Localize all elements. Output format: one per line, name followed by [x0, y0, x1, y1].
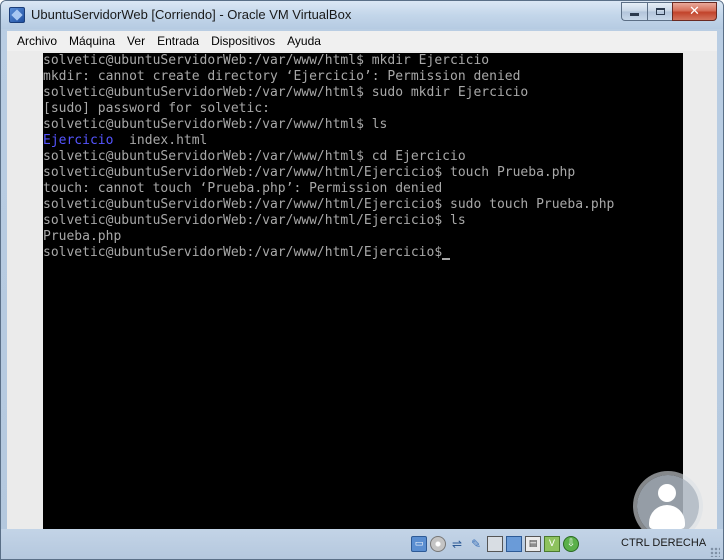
- optical-drive-icon[interactable]: [430, 536, 446, 552]
- watermark-head: [658, 484, 676, 502]
- menu-ayuda[interactable]: Ayuda: [281, 32, 327, 50]
- terminal-line: [sudo] password for solvetic:: [43, 101, 270, 116]
- title-bar[interactable]: UbuntuServidorWeb [Corriendo] - Oracle V…: [1, 1, 723, 29]
- text-cursor: [442, 258, 451, 260]
- window-title: UbuntuServidorWeb [Corriendo] - Oracle V…: [31, 7, 352, 22]
- host-key-label[interactable]: CTRL DERECHA: [621, 537, 706, 549]
- minimize-icon: [630, 13, 639, 16]
- virtualbox-window: UbuntuServidorWeb [Corriendo] - Oracle V…: [0, 0, 724, 560]
- close-icon: ✕: [689, 4, 700, 19]
- menu-dispositivos[interactable]: Dispositivos: [205, 32, 281, 50]
- terminal-line: solvetic@ubuntuServidorWeb:/var/www/html…: [43, 117, 388, 132]
- virtualbox-app-icon[interactable]: [9, 7, 25, 23]
- menu-archivo[interactable]: Archivo: [11, 32, 63, 50]
- usb-icon[interactable]: ⇌: [449, 536, 465, 552]
- terminal-line: solvetic@ubuntuServidorWeb:/var/www/html…: [43, 213, 466, 228]
- terminal-line: solvetic@ubuntuServidorWeb:/var/www/html…: [43, 53, 490, 68]
- terminal-line: mkdir: cannot create directory ‘Ejercici…: [43, 69, 521, 84]
- cpu-virtualization-icon[interactable]: V: [544, 536, 560, 552]
- hard-disk-icon[interactable]: ▭: [411, 536, 427, 552]
- terminal-line: touch: cannot touch ‘Prueba.php’: Permis…: [43, 181, 443, 196]
- window-controls: ✕: [621, 2, 717, 21]
- terminal-line: solvetic@ubuntuServidorWeb:/var/www/html…: [43, 149, 466, 164]
- guest-console[interactable]: solvetic@ubuntuServidorWeb:/var/www/html…: [43, 53, 683, 531]
- video-capture-icon[interactable]: ▤: [525, 536, 541, 552]
- maximize-button[interactable]: [647, 2, 672, 21]
- terminal-ls-output: Ejercicio index.html: [43, 133, 683, 149]
- minimize-button[interactable]: [621, 2, 647, 21]
- display-icon[interactable]: [487, 536, 503, 552]
- shared-folders-icon[interactable]: ✎: [468, 536, 484, 552]
- close-button[interactable]: ✕: [672, 2, 717, 21]
- menu-maquina[interactable]: Máquina: [63, 32, 121, 50]
- watermark-body: [649, 505, 685, 529]
- menu-bar: Archivo Máquina Ver Entrada Dispositivos…: [7, 31, 717, 51]
- menu-entrada[interactable]: Entrada: [151, 32, 205, 50]
- ls-directory-entry: Ejercicio: [43, 133, 114, 148]
- network-icon[interactable]: [506, 536, 522, 552]
- maximize-icon: [655, 8, 665, 15]
- terminal-line: solvetic@ubuntuServidorWeb:/var/www/html…: [43, 165, 576, 180]
- status-bar: ▭ ⇌ ✎ ▤ V ⇩ CTRL DERECHA: [1, 529, 723, 559]
- terminal-line: solvetic@ubuntuServidorWeb:/var/www/html…: [43, 197, 615, 212]
- mouse-integration-icon[interactable]: ⇩: [563, 536, 579, 552]
- vm-display-area: solvetic@ubuntuServidorWeb:/var/www/html…: [7, 51, 717, 531]
- menu-ver[interactable]: Ver: [121, 32, 151, 50]
- resize-grip-icon[interactable]: [710, 547, 720, 557]
- terminal-line: solvetic@ubuntuServidorWeb:/var/www/html…: [43, 85, 529, 100]
- ls-file-entry: index.html: [129, 133, 208, 148]
- terminal-prompt: solvetic@ubuntuServidorWeb:/var/www/html…: [43, 245, 443, 260]
- user-avatar-watermark-icon: [637, 475, 699, 537]
- terminal-line: Prueba.php: [43, 229, 122, 244]
- status-indicators: ▭ ⇌ ✎ ▤ V ⇩: [411, 536, 579, 552]
- terminal-prompt-line: solvetic@ubuntuServidorWeb:/var/www/html…: [43, 245, 683, 261]
